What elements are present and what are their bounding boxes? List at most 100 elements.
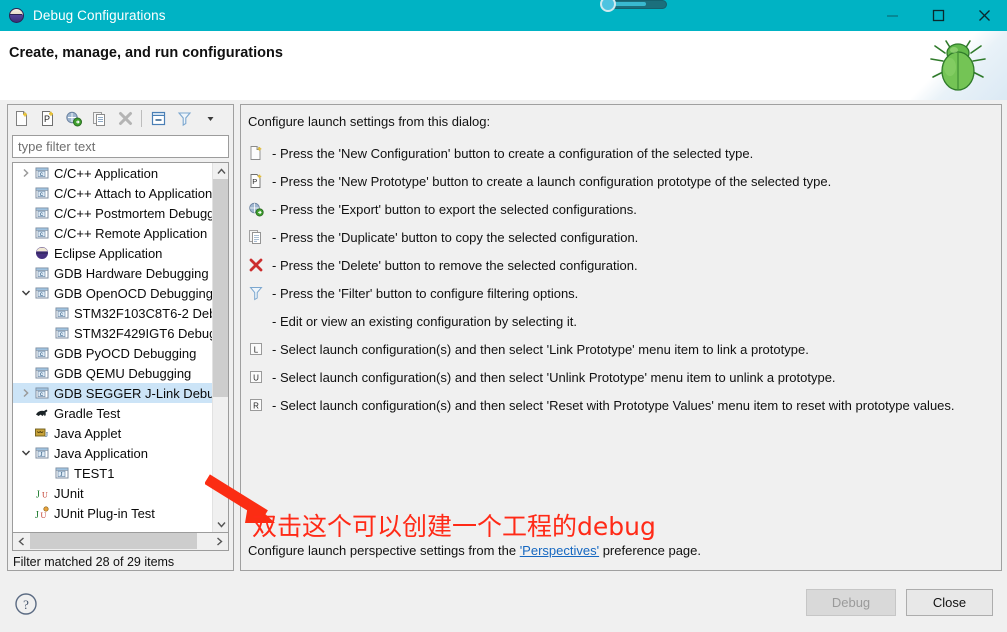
c-launch-icon: c [53, 303, 71, 323]
tree-item[interactable]: c C/C++ Postmortem Debugger [13, 203, 226, 223]
tree-item-label: Eclipse Application [54, 245, 163, 261]
help-question-icon[interactable]: ? [14, 592, 38, 616]
tree-item[interactable]: J U JUnit [13, 483, 213, 503]
minimize-button[interactable] [869, 0, 915, 31]
scroll-thumb[interactable] [213, 179, 228, 397]
gradle-icon [33, 403, 51, 423]
svg-text:c: c [40, 192, 43, 198]
c-launch-icon: c [35, 207, 49, 219]
hint-text: - Edit or view an existing configuration… [272, 313, 577, 329]
c-launch-icon: c [33, 183, 51, 203]
slider-knob[interactable] [600, 0, 616, 12]
tree-item-label: GDB Hardware Debugging [54, 265, 209, 281]
tree-item-label: C/C++ Attach to Application [54, 185, 213, 201]
junit-icon: JU [33, 483, 51, 503]
gradle-icon [36, 409, 48, 417]
hint-row: - Press the 'New Configuration' button t… [248, 139, 996, 167]
export-icon[interactable] [60, 106, 86, 131]
filter-icon [248, 279, 272, 307]
export-icon [249, 202, 264, 217]
tree-item[interactable]: Eclipse Application [13, 243, 213, 263]
new-prototype-icon: P [248, 167, 272, 195]
search-input[interactable]: type filter text [12, 135, 229, 158]
tree-item[interactable]: J Java Applet [13, 423, 213, 443]
tree-item[interactable]: c GDB OpenOCD Debugging [13, 283, 213, 303]
scroll-right-arrow[interactable] [211, 533, 228, 549]
tree-item-label: JUnit Plug-in Test [54, 505, 155, 521]
svg-text:U: U [41, 511, 47, 520]
scroll-down-arrow[interactable] [213, 516, 228, 532]
c-launch-icon: c [35, 367, 49, 379]
svg-text:c: c [40, 372, 43, 378]
eclipse-icon [9, 7, 25, 24]
chinese-annotation-text: 双击这个可以创建一个工程的debug [252, 512, 656, 541]
svg-text:c: c [60, 332, 63, 338]
close-button[interactable] [961, 0, 1007, 31]
collapse-all-icon[interactable] [145, 106, 171, 131]
svg-text:L: L [254, 346, 259, 355]
debug-button[interactable]: Debug [806, 589, 896, 616]
tree-twisty [19, 503, 33, 523]
filter-placeholder: type filter text [18, 139, 96, 154]
tree-item[interactable]: c C/C++ Application [13, 163, 213, 183]
new-prototype-icon: P [250, 174, 262, 188]
tree-twisty [19, 403, 33, 423]
scroll-left-arrow[interactable] [13, 533, 30, 549]
window-controls [869, 0, 1007, 31]
hint-text: - Press the 'Filter' button to configure… [272, 285, 579, 301]
c-launch-icon: c [55, 307, 69, 319]
perspectives-link[interactable]: 'Perspectives' [520, 543, 599, 558]
window-title: Debug Configurations [33, 8, 166, 23]
java-applet-icon: J [35, 428, 48, 439]
close-dialog-button[interactable]: Close [906, 589, 993, 616]
tree-item[interactable]: J Java Application [13, 443, 213, 463]
svg-text:J: J [36, 490, 40, 501]
tree-item[interactable]: c C/C++ Remote Application [13, 223, 213, 243]
chevron-right-icon[interactable] [21, 168, 31, 178]
details-intro: Configure launch settings from this dial… [248, 114, 491, 129]
tree-item[interactable]: c STM32F429IGT6 Debug [13, 323, 216, 343]
tree-item[interactable]: c GDB Hardware Debugging [13, 263, 213, 283]
hint-text: - Press the 'New Configuration' button t… [272, 145, 754, 161]
slider-fill [611, 2, 646, 6]
tree-item[interactable]: J U JUnit Plug-in Test [13, 503, 213, 523]
tree-item[interactable]: c C/C++ Attach to Application [13, 183, 213, 203]
toolbar-separator [141, 110, 142, 127]
hscroll-thumb[interactable] [30, 533, 197, 549]
tree-twisty[interactable] [19, 383, 33, 403]
maximize-button[interactable] [915, 0, 961, 31]
tree-item[interactable]: J TEST1 [13, 463, 213, 483]
hint-row: - Press the 'Delete' button to remove th… [248, 251, 996, 279]
tree-item[interactable]: c GDB QEMU Debugging [13, 363, 213, 383]
scroll-up-arrow[interactable] [213, 163, 228, 179]
filter-status: Filter matched 28 of 29 items [13, 555, 175, 569]
tree-twisty[interactable] [19, 283, 33, 303]
delete-icon[interactable] [112, 106, 138, 131]
tree-item[interactable]: Gradle Test [13, 403, 213, 423]
details-panel: Configure launch settings from this dial… [240, 104, 1002, 571]
tree-twisty[interactable] [19, 163, 33, 183]
tree-item[interactable]: c GDB SEGGER J-Link Debugging [13, 383, 228, 403]
new-configuration-icon[interactable] [8, 106, 34, 131]
filter-icon[interactable] [171, 106, 197, 131]
tree-horizontal-scrollbar[interactable] [12, 533, 229, 551]
view-menu-icon[interactable] [197, 106, 223, 131]
tree-twisty[interactable] [19, 443, 33, 463]
svg-text:J: J [45, 431, 48, 439]
chevron-right-icon[interactable] [21, 388, 31, 398]
chevron-down-icon[interactable] [21, 288, 31, 298]
chevron-down-icon[interactable] [21, 448, 31, 458]
new-prototype-icon[interactable]: P [34, 106, 60, 131]
tree-item[interactable]: c GDB PyOCD Debugging [13, 343, 213, 363]
tree-vertical-scrollbar[interactable] [212, 163, 228, 532]
hint-row: U - Select launch configuration(s) and th… [248, 363, 996, 391]
tree-rows: c C/C++ Application c C/C++ Attach to Appli… [13, 163, 228, 523]
tree-item[interactable]: c STM32F103C8T6-2 Debug [13, 303, 228, 323]
tree-twisty [39, 463, 53, 483]
title-slider[interactable] [600, 0, 668, 12]
duplicate-icon[interactable] [86, 106, 112, 131]
c-launch-icon: c [35, 387, 49, 399]
tree-item-label: GDB SEGGER J-Link Debugging [54, 385, 229, 401]
c-launch-icon: c [35, 347, 49, 359]
launch-type-tree[interactable]: c C/C++ Application c C/C++ Attach to Appli… [12, 162, 229, 533]
